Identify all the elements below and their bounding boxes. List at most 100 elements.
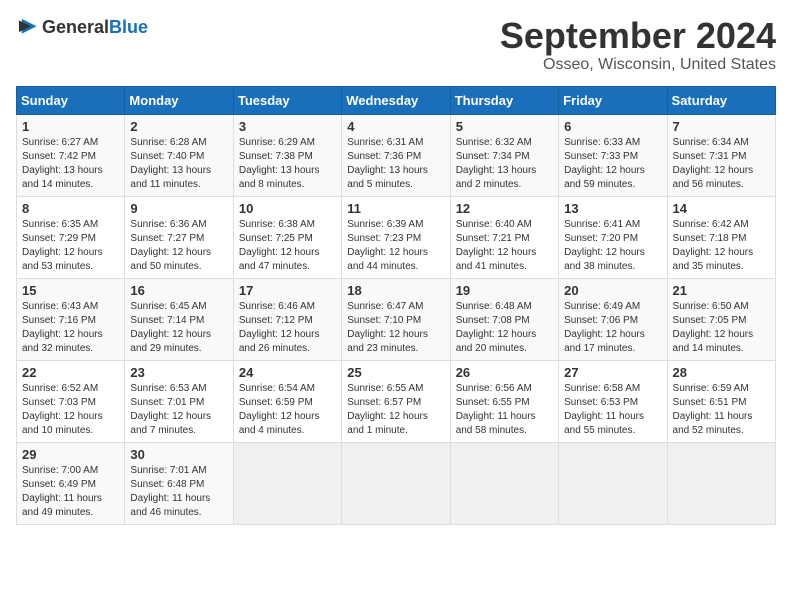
calendar-cell: 28Sunrise: 6:59 AMSunset: 6:51 PMDayligh…: [667, 360, 775, 442]
day-number: 13: [564, 201, 661, 216]
calendar-cell: 21Sunrise: 6:50 AMSunset: 7:05 PMDayligh…: [667, 278, 775, 360]
day-number: 4: [347, 119, 444, 134]
cell-text: Sunrise: 6:46 AMSunset: 7:12 PMDaylight:…: [239, 300, 336, 356]
calendar-cell: 3Sunrise: 6:29 AMSunset: 7:38 PMDaylight…: [233, 114, 341, 196]
location-title: Osseo, Wisconsin, United States: [500, 56, 776, 74]
calendar-cell: 12 Sunrise: 6:40 AMSunset: 7:21 PMDayligh…: [450, 196, 558, 278]
calendar-cell: 18 Sunrise: 6:47 AMSunset: 7:10 PMDayligh…: [342, 278, 450, 360]
weekday-header-friday: Friday: [559, 86, 667, 114]
day-number: 6: [564, 119, 661, 134]
weekday-header-thursday: Thursday: [450, 86, 558, 114]
logo: GeneralBlue: [16, 16, 148, 38]
calendar-cell: 26 Sunrise: 6:56 AMSunset: 6:55 PMDayligh…: [450, 360, 558, 442]
calendar-cell: 11 Sunrise: 6:39 AMSunset: 7:23 PMDayligh…: [342, 196, 450, 278]
cell-text: Sunrise: 6:38 AMSunset: 7:25 PMDaylight:…: [239, 218, 336, 274]
calendar-cell: [450, 442, 558, 524]
cell-text: Sunrise: 6:41 AMSunset: 7:20 PMDaylight:…: [564, 218, 661, 274]
month-title: September 2024: [500, 16, 776, 56]
calendar-cell: 27 Sunrise: 6:58 AMSunset: 6:53 PMDayligh…: [559, 360, 667, 442]
cell-text: Sunrise: 6:35 AMSunset: 7:29 PMDaylight:…: [22, 218, 119, 274]
cell-text: Sunrise: 6:32 AMSunset: 7:34 PMDaylight:…: [456, 136, 553, 192]
cell-text: Sunrise: 6:33 AMSunset: 7:33 PMDaylight:…: [564, 136, 661, 192]
weekday-header-wednesday: Wednesday: [342, 86, 450, 114]
day-number: 7: [673, 119, 770, 134]
day-number: 16: [130, 283, 227, 298]
day-number: 30: [130, 447, 227, 462]
calendar-week-4: 22 Sunrise: 6:52 AMSunset: 7:03 PMDayligh…: [17, 360, 776, 442]
cell-text: Sunrise: 6:39 AMSunset: 7:23 PMDaylight:…: [347, 218, 444, 274]
day-number: 15: [22, 283, 119, 298]
calendar-week-3: 15 Sunrise: 6:43 AMSunset: 7:16 PMDayligh…: [17, 278, 776, 360]
calendar-cell: 14 Sunrise: 6:42 AMSunset: 7:18 PMDayligh…: [667, 196, 775, 278]
day-number: 9: [130, 201, 227, 216]
calendar-week-5: 29 Sunrise: 7:00 AMSunset: 6:49 PMDayligh…: [17, 442, 776, 524]
logo-icon: [16, 16, 38, 38]
calendar-cell: 6 Sunrise: 6:33 AMSunset: 7:33 PMDaylight…: [559, 114, 667, 196]
cell-text: Sunrise: 6:42 AMSunset: 7:18 PMDaylight:…: [673, 218, 770, 274]
calendar-cell: 13 Sunrise: 6:41 AMSunset: 7:20 PMDayligh…: [559, 196, 667, 278]
cell-text: Sunrise: 6:55 AMSunset: 6:57 PMDaylight:…: [347, 382, 444, 438]
logo-general-text: General: [42, 17, 109, 37]
calendar-cell: 2 Sunrise: 6:28 AMSunset: 7:40 PMDaylight…: [125, 114, 233, 196]
day-number: 28: [673, 365, 770, 380]
day-number: 20: [564, 283, 661, 298]
calendar-cell: 9Sunrise: 6:36 AMSunset: 7:27 PMDaylight…: [125, 196, 233, 278]
calendar-cell: 16Sunrise: 6:45 AMSunset: 7:14 PMDayligh…: [125, 278, 233, 360]
cell-text: Sunrise: 6:43 AMSunset: 7:16 PMDaylight:…: [22, 300, 119, 356]
calendar-cell: 1 Sunrise: 6:27 AMSunset: 7:42 PMDaylight…: [17, 114, 125, 196]
day-number: 10: [239, 201, 336, 216]
weekday-header-sunday: Sunday: [17, 86, 125, 114]
day-number: 19: [456, 283, 553, 298]
calendar-cell: 7Sunrise: 6:34 AMSunset: 7:31 PMDaylight…: [667, 114, 775, 196]
cell-text: Sunrise: 6:52 AMSunset: 7:03 PMDaylight:…: [22, 382, 119, 438]
page-header: GeneralBlue September 2024 Osseo, Wiscon…: [16, 16, 776, 74]
day-number: 24: [239, 365, 336, 380]
title-block: September 2024 Osseo, Wisconsin, United …: [500, 16, 776, 74]
cell-text: Sunrise: 6:40 AMSunset: 7:21 PMDaylight:…: [456, 218, 553, 274]
cell-text: Sunrise: 6:58 AMSunset: 6:53 PMDaylight:…: [564, 382, 661, 438]
day-number: 22: [22, 365, 119, 380]
day-number: 2: [130, 119, 227, 134]
cell-text: Sunrise: 6:56 AMSunset: 6:55 PMDaylight:…: [456, 382, 553, 438]
calendar-cell: 17Sunrise: 6:46 AMSunset: 7:12 PMDayligh…: [233, 278, 341, 360]
calendar-cell: 20Sunrise: 6:49 AMSunset: 7:06 PMDayligh…: [559, 278, 667, 360]
calendar-cell: 22 Sunrise: 6:52 AMSunset: 7:03 PMDayligh…: [17, 360, 125, 442]
calendar-cell: 15 Sunrise: 6:43 AMSunset: 7:16 PMDayligh…: [17, 278, 125, 360]
calendar-cell: 4 Sunrise: 6:31 AMSunset: 7:36 PMDaylight…: [342, 114, 450, 196]
weekday-header-saturday: Saturday: [667, 86, 775, 114]
weekday-header-row: SundayMondayTuesdayWednesdayThursdayFrid…: [17, 86, 776, 114]
cell-text: Sunrise: 6:31 AMSunset: 7:36 PMDaylight:…: [347, 136, 444, 192]
cell-text: Sunrise: 6:50 AMSunset: 7:05 PMDaylight:…: [673, 300, 770, 356]
cell-text: Sunrise: 6:47 AMSunset: 7:10 PMDaylight:…: [347, 300, 444, 356]
day-number: 11: [347, 201, 444, 216]
calendar-week-1: 1 Sunrise: 6:27 AMSunset: 7:42 PMDaylight…: [17, 114, 776, 196]
day-number: 27: [564, 365, 661, 380]
calendar-cell: 10 Sunrise: 6:38 AMSunset: 7:25 PMDayligh…: [233, 196, 341, 278]
calendar-cell: 25Sunrise: 6:55 AMSunset: 6:57 PMDayligh…: [342, 360, 450, 442]
day-number: 29: [22, 447, 119, 462]
calendar-cell: [342, 442, 450, 524]
cell-text: Sunrise: 7:01 AMSunset: 6:48 PMDaylight:…: [130, 464, 227, 520]
day-number: 8: [22, 201, 119, 216]
calendar-body: 1 Sunrise: 6:27 AMSunset: 7:42 PMDaylight…: [17, 114, 776, 524]
calendar-cell: 24Sunrise: 6:54 AMSunset: 6:59 PMDayligh…: [233, 360, 341, 442]
day-number: 18: [347, 283, 444, 298]
day-number: 12: [456, 201, 553, 216]
cell-text: Sunrise: 6:53 AMSunset: 7:01 PMDaylight:…: [130, 382, 227, 438]
weekday-header-tuesday: Tuesday: [233, 86, 341, 114]
weekday-header-monday: Monday: [125, 86, 233, 114]
day-number: 1: [22, 119, 119, 134]
calendar-week-2: 8 Sunrise: 6:35 AMSunset: 7:29 PMDaylight…: [17, 196, 776, 278]
day-number: 3: [239, 119, 336, 134]
day-number: 5: [456, 119, 553, 134]
calendar-cell: [667, 442, 775, 524]
logo-blue-text: Blue: [109, 17, 148, 37]
cell-text: Sunrise: 7:00 AMSunset: 6:49 PMDaylight:…: [22, 464, 119, 520]
cell-text: Sunrise: 6:27 AMSunset: 7:42 PMDaylight:…: [22, 136, 119, 192]
day-number: 14: [673, 201, 770, 216]
day-number: 23: [130, 365, 227, 380]
calendar-cell: [233, 442, 341, 524]
cell-text: Sunrise: 6:28 AMSunset: 7:40 PMDaylight:…: [130, 136, 227, 192]
day-number: 26: [456, 365, 553, 380]
cell-text: Sunrise: 6:48 AMSunset: 7:08 PMDaylight:…: [456, 300, 553, 356]
